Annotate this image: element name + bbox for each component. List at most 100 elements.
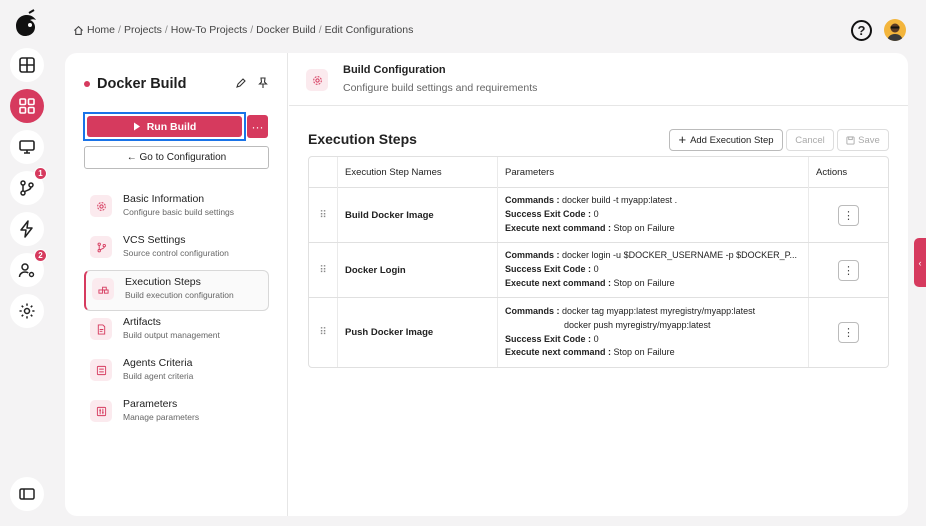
sidebar-toggle-icon bbox=[19, 488, 35, 500]
nav-subtitle: Build execution configuration bbox=[125, 290, 234, 300]
gear-icon bbox=[19, 303, 35, 319]
notification-badge: 2 bbox=[34, 249, 47, 262]
home-icon[interactable] bbox=[73, 25, 84, 36]
nav-title: Parameters bbox=[123, 398, 178, 410]
run-build-button[interactable]: Run Build bbox=[87, 116, 242, 137]
help-icon[interactable]: ? bbox=[851, 20, 872, 41]
cancel-button[interactable]: Cancel bbox=[786, 129, 834, 151]
rail-monitor[interactable] bbox=[10, 130, 44, 164]
main-card: Docker Build Run Build ··· ← Go to Confi… bbox=[65, 53, 908, 516]
breadcrumb-separator: / bbox=[318, 24, 322, 36]
breadcrumb-separator: / bbox=[250, 24, 254, 36]
config-subtitle: Configure build settings and requirement… bbox=[343, 82, 538, 94]
step-parameters: Commands : docker build -t myapp:latest … bbox=[498, 188, 809, 242]
app-logo[interactable] bbox=[10, 9, 42, 41]
save-button[interactable]: Save bbox=[837, 129, 889, 151]
breadcrumb-docker-build[interactable]: Docker Build bbox=[256, 24, 316, 36]
nav-basic-information[interactable]: Basic Information Configure basic build s… bbox=[84, 188, 269, 229]
status-dot bbox=[84, 81, 90, 87]
nav-artifacts[interactable]: Artifacts Build output management bbox=[84, 311, 269, 352]
column-header: Parameters bbox=[498, 157, 809, 188]
commands-label: Commands : bbox=[505, 305, 560, 316]
config-sidebar: Docker Build Run Build ··· ← Go to Confi… bbox=[65, 53, 288, 516]
step-name: Build Docker Image bbox=[338, 188, 498, 242]
rail-triggers[interactable] bbox=[10, 212, 44, 246]
row-actions-button[interactable]: ⋮ bbox=[838, 322, 859, 343]
project-name: Docker Build bbox=[97, 76, 187, 92]
plus-icon: + bbox=[678, 132, 687, 147]
app-rail: 1 2 bbox=[0, 0, 52, 526]
config-title: Build Configuration bbox=[343, 64, 446, 76]
chevron-left-icon: ‹ bbox=[918, 257, 922, 268]
exit-code-label: Success Exit Code : bbox=[505, 209, 592, 220]
rail-projects[interactable] bbox=[10, 89, 44, 123]
exit-code-label: Success Exit Code : bbox=[505, 264, 592, 275]
branch-icon bbox=[20, 180, 34, 196]
config-header: Build Configuration Configure build sett… bbox=[289, 53, 908, 106]
table-row: ⠿ Docker Login Commands : docker login -… bbox=[309, 243, 888, 298]
nav-title: Basic Information bbox=[123, 193, 205, 205]
side-panel-toggle[interactable]: ‹ bbox=[914, 238, 926, 287]
breadcrumb-home[interactable]: Home bbox=[87, 24, 115, 36]
next-command-label: Execute next command : bbox=[505, 277, 612, 288]
breadcrumb-separator: / bbox=[118, 24, 121, 36]
more-options-button[interactable]: ··· bbox=[247, 115, 268, 138]
params-icon bbox=[96, 406, 106, 416]
drag-handle-icon[interactable]: ⠿ bbox=[309, 243, 338, 297]
file-icon bbox=[97, 323, 105, 335]
nav-execution-steps[interactable]: Execution Steps Build execution configura… bbox=[84, 270, 269, 311]
avatar[interactable] bbox=[884, 19, 906, 41]
drag-handle-icon[interactable]: ⠿ bbox=[309, 298, 338, 367]
rail-settings[interactable] bbox=[10, 294, 44, 328]
execution-steps-panel: Build Configuration Configure build sett… bbox=[289, 53, 908, 516]
rail-dashboard[interactable] bbox=[10, 48, 44, 82]
table-row: ⠿ Build Docker Image Commands : docker b… bbox=[309, 188, 888, 243]
next-command-value: Stop on Failure bbox=[613, 222, 675, 233]
play-icon bbox=[133, 122, 140, 131]
nav-agents-criteria[interactable]: Agents Criteria Build agent criteria bbox=[84, 352, 269, 393]
nav-subtitle: Source control configuration bbox=[123, 248, 229, 258]
breadcrumb-howto[interactable]: How-To Projects bbox=[171, 24, 247, 36]
rail-collapse[interactable] bbox=[10, 477, 44, 511]
nav-parameters[interactable]: Parameters Manage parameters bbox=[84, 393, 269, 434]
add-execution-step-label: Add Execution Step bbox=[690, 134, 774, 146]
nav-title: VCS Settings bbox=[123, 234, 186, 246]
nav-title: Agents Criteria bbox=[123, 357, 193, 369]
monitor-icon bbox=[19, 140, 35, 154]
nav-subtitle: Build output management bbox=[123, 330, 220, 340]
user-settings-icon bbox=[18, 263, 35, 278]
run-build-focus: Run Build bbox=[83, 112, 246, 141]
next-command-label: Execute next command : bbox=[505, 222, 612, 233]
rail-users[interactable]: 2 bbox=[10, 249, 47, 287]
branch-icon bbox=[97, 242, 106, 252]
project-title: Docker Build bbox=[84, 76, 186, 92]
rail-vcs[interactable]: 1 bbox=[10, 167, 47, 205]
next-command-value: Stop on Failure bbox=[613, 347, 675, 358]
config-nav: Basic Information Configure basic build s… bbox=[84, 188, 269, 434]
add-execution-step-button[interactable]: + Add Execution Step bbox=[669, 129, 783, 151]
gear-icon bbox=[96, 201, 106, 211]
breadcrumb-projects[interactable]: Projects bbox=[124, 24, 162, 36]
exit-code-value: 0 bbox=[593, 264, 599, 275]
drag-handle-icon[interactable]: ⠿ bbox=[309, 188, 338, 242]
exit-code-value: 0 bbox=[593, 209, 599, 220]
exit-code-label: Success Exit Code : bbox=[505, 333, 592, 344]
row-actions-button[interactable]: ⋮ bbox=[838, 204, 859, 226]
row-actions-button[interactable]: ⋮ bbox=[838, 259, 859, 281]
step-command: docker push myregistry/myapp:latest bbox=[564, 319, 711, 330]
nav-vcs-settings[interactable]: VCS Settings Source control configuration bbox=[84, 229, 269, 270]
edit-icon[interactable] bbox=[235, 77, 247, 89]
pin-icon[interactable] bbox=[257, 77, 269, 89]
step-name: Push Docker Image bbox=[338, 298, 498, 367]
commands-label: Commands : bbox=[505, 250, 560, 261]
avatar-image bbox=[887, 23, 903, 41]
commands-label: Commands : bbox=[505, 195, 560, 206]
next-command-value: Stop on Failure bbox=[613, 277, 675, 288]
save-icon bbox=[846, 135, 855, 145]
step-parameters: Commands : docker tag myapp:latest myreg… bbox=[498, 298, 809, 367]
nav-subtitle: Configure basic build settings bbox=[123, 207, 235, 217]
nav-title: Artifacts bbox=[123, 316, 161, 328]
breadcrumb-current: Edit Configurations bbox=[324, 24, 414, 36]
go-to-configuration-button[interactable]: ← Go to Configuration bbox=[84, 146, 269, 169]
gear-icon bbox=[312, 75, 322, 85]
